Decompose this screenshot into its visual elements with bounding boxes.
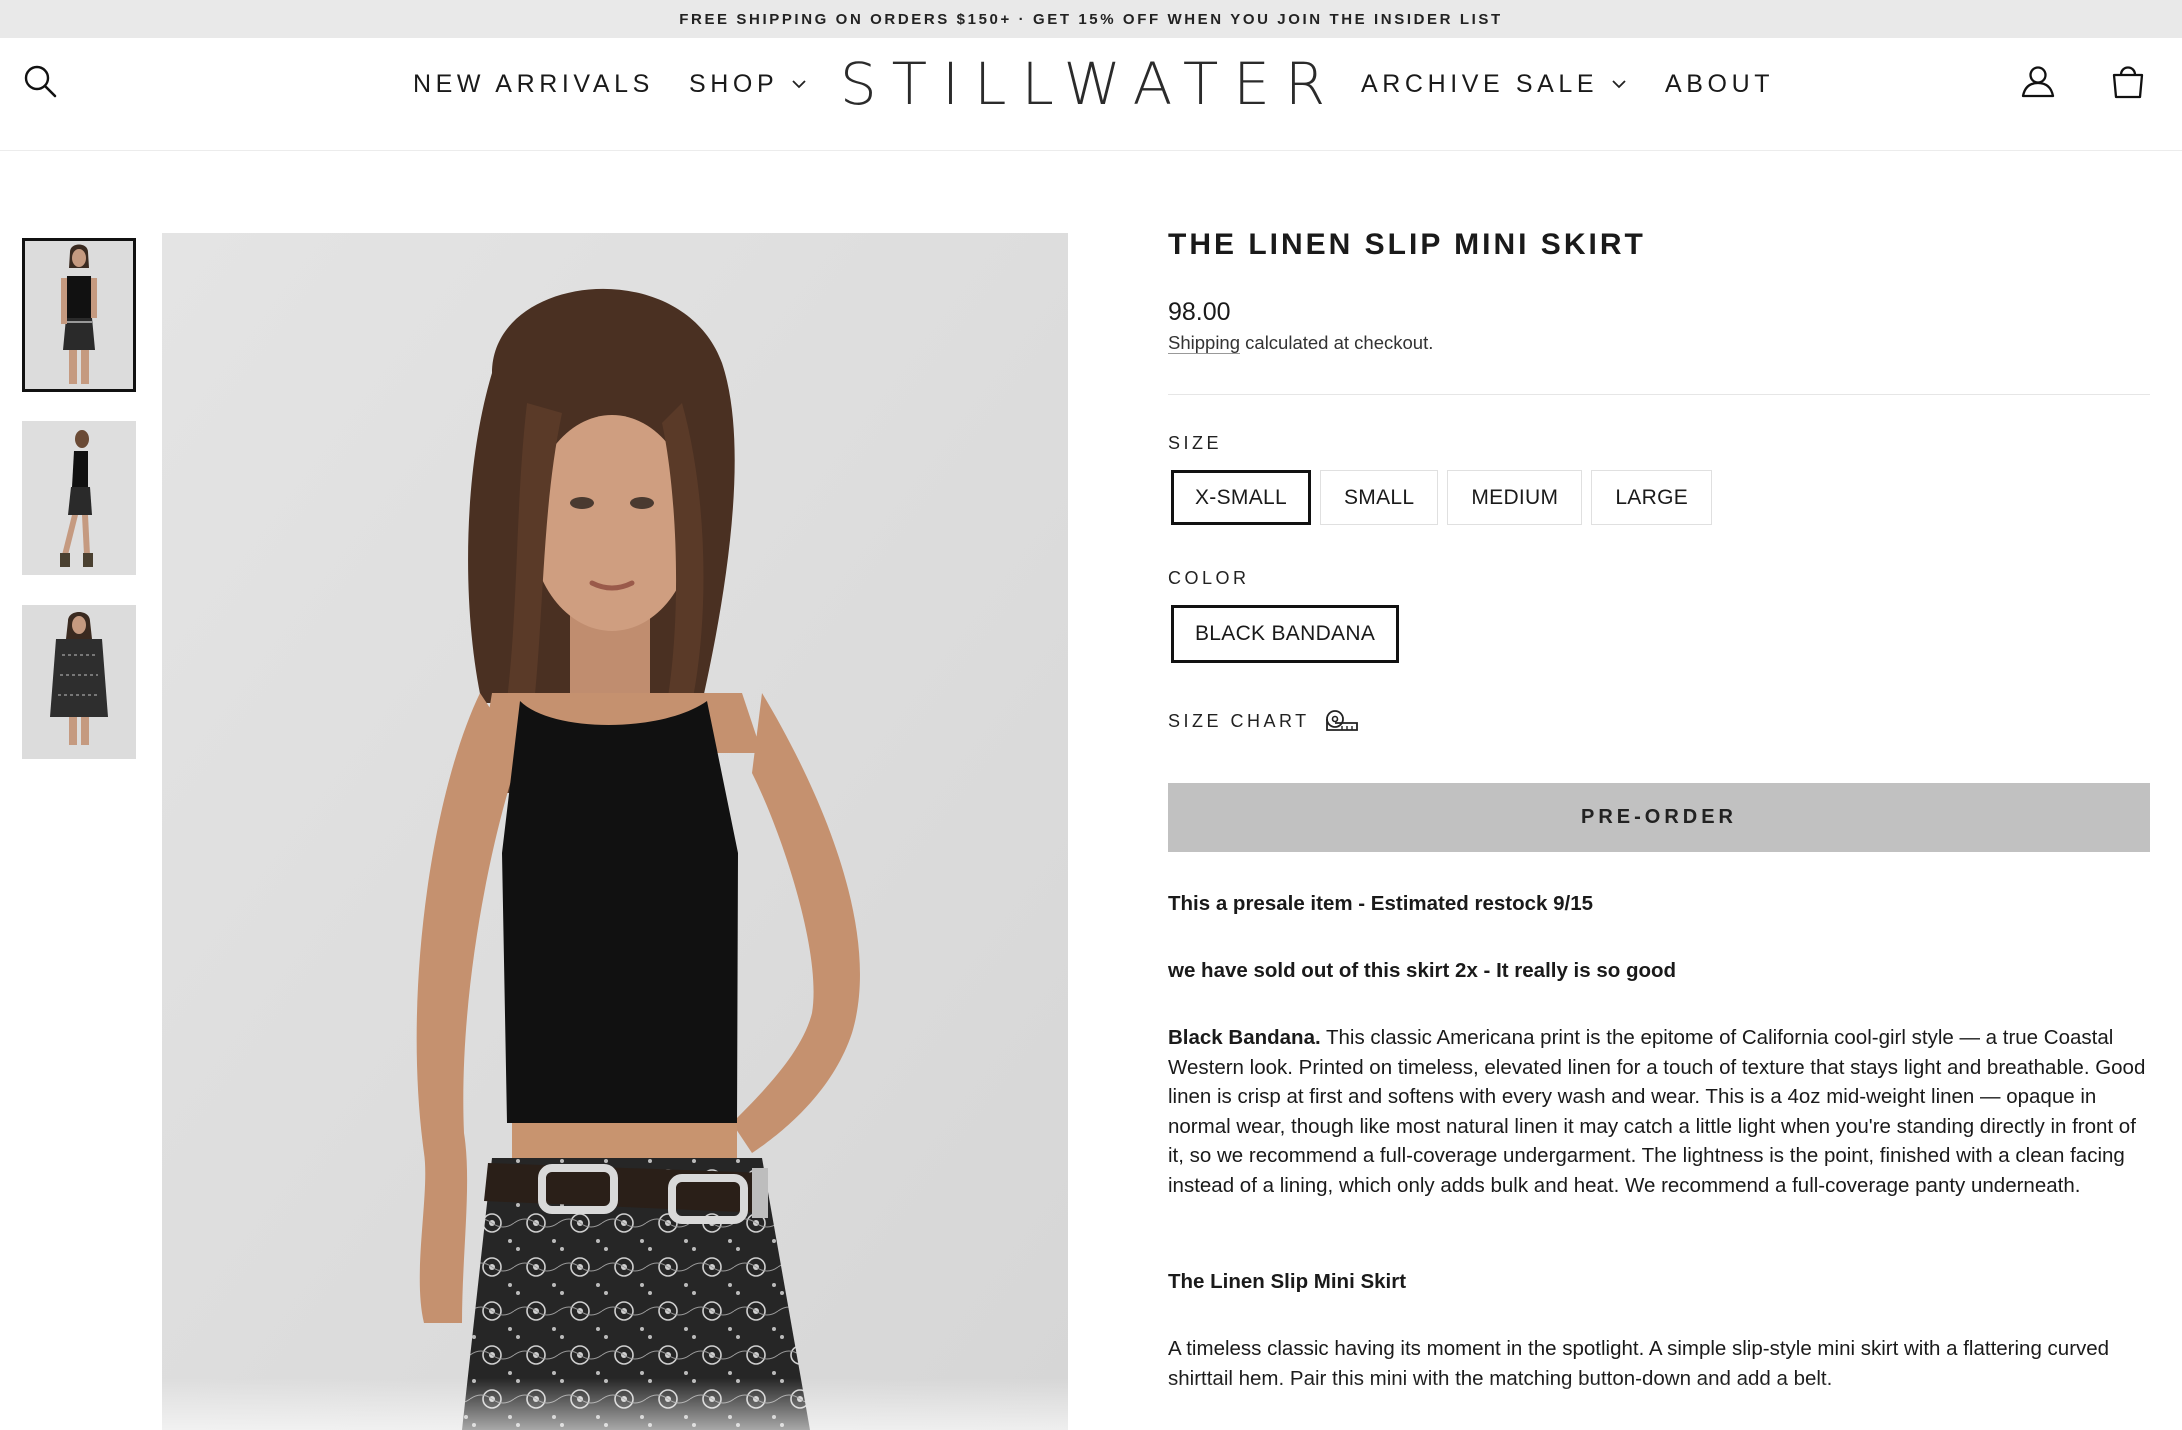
thumbnail-front-image (22, 238, 136, 392)
product-description: Black Bandana. This classic Americana pr… (1168, 1023, 2150, 1200)
chevron-down-icon (1612, 80, 1626, 89)
product-title: THE LINEN SLIP MINI SKIRT (1168, 228, 1646, 261)
pre-order-button[interactable]: PRE-ORDER (1168, 783, 2150, 852)
nav-about-label: ABOUT (1665, 69, 1775, 98)
size-option-medium[interactable]: MEDIUM (1447, 470, 1583, 525)
size-chart-link[interactable]: SIZE CHART (1168, 708, 1360, 734)
sold-out-note: we have sold out of this skirt 2x - It r… (1168, 956, 2150, 986)
thumbnail-front[interactable] (22, 238, 136, 392)
shipping-note-text: calculated at checkout. (1240, 332, 1434, 353)
nav-new-arrivals[interactable]: NEW ARRIVALS (413, 64, 654, 104)
size-label: SIZE (1168, 433, 1223, 453)
nav-archive-sale[interactable]: ARCHIVE SALE (1361, 64, 1628, 104)
description-lead: Black Bandana. (1168, 1026, 1321, 1049)
search-icon (24, 65, 57, 98)
color-label: COLOR (1168, 568, 1250, 588)
divider (1168, 394, 2150, 395)
product-price: 98.00 (1168, 298, 1231, 326)
thumbnail-jacket-image (22, 605, 136, 759)
product-subheading-text: The Linen Slip Mini Skirt (1168, 1270, 1407, 1293)
color-options: BLACK BANDANA (1171, 605, 1400, 663)
color-option-black-bandana[interactable]: BLACK BANDANA (1171, 605, 1400, 663)
size-option-small[interactable]: SMALL (1319, 470, 1439, 525)
size-option-x-small[interactable]: X-SMALL (1171, 470, 1311, 525)
presale-note: This a presale item - Estimated restock … (1168, 889, 2150, 919)
product-subheading: The Linen Slip Mini Skirt (1168, 1267, 2150, 1297)
cart-icon (2112, 66, 2144, 99)
cart-button[interactable] (2105, 58, 2151, 104)
nav-shop[interactable]: SHOP (689, 64, 808, 104)
size-option-large[interactable]: LARGE (1591, 470, 1713, 525)
size-options: X-SMALL SMALL MEDIUM LARGE (1171, 470, 1713, 525)
tape-measure-icon (1325, 710, 1358, 731)
account-button[interactable] (2015, 58, 2061, 104)
description-body: This classic Americana print is the epit… (1168, 1026, 2146, 1197)
nav-archive-sale-label: ARCHIVE SALE (1361, 69, 1599, 98)
presale-note-text: This a presale item - Estimated restock … (1168, 892, 1593, 915)
chevron-down-icon (792, 80, 806, 89)
shipping-link[interactable]: Shipping (1168, 332, 1241, 354)
size-chart-label: SIZE CHART (1168, 710, 1310, 731)
nav-new-arrivals-label: NEW ARRIVALS (413, 69, 654, 98)
nav-about[interactable]: ABOUT (1665, 64, 1774, 104)
sold-out-note-text: we have sold out of this skirt 2x - It r… (1168, 959, 1677, 982)
product-summary: A timeless classic having its moment in … (1168, 1337, 2110, 1390)
announcement-bar: FREE SHIPPING ON ORDERS $150+ · GET 15% … (0, 0, 2182, 38)
product-photo (162, 233, 1068, 1430)
thumbnail-side[interactable] (22, 421, 136, 575)
announcement-text: FREE SHIPPING ON ORDERS $150+ · GET 15% … (679, 10, 1503, 28)
brand-logo-text: STILLWATER (839, 50, 1341, 118)
search-button[interactable] (17, 58, 63, 104)
thumbnail-jacket[interactable] (22, 605, 136, 759)
thumbnail-side-image (22, 421, 136, 575)
brand-logo[interactable]: STILLWATER (840, 48, 1325, 120)
site-header: NEW ARRIVALS SHOP STILLWATER ARCHIVE SAL… (0, 38, 2182, 151)
account-icon (2021, 66, 2055, 98)
shipping-note: Shipping calculated at checkout. (1168, 332, 1433, 354)
nav-shop-label: SHOP (689, 69, 779, 98)
main-product-image[interactable] (162, 233, 1068, 1430)
